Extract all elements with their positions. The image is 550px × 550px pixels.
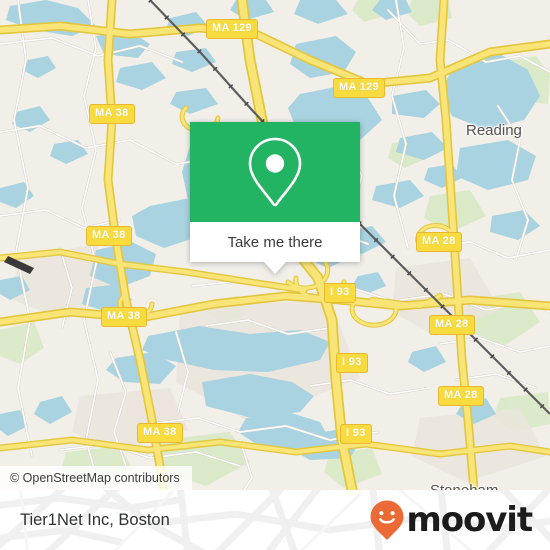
road-shield[interactable]: MA 38 — [137, 423, 183, 443]
road-shield[interactable]: I 93 — [336, 353, 368, 373]
footer-content: Tier1Net Inc, Boston moovit — [0, 490, 550, 550]
road-shield[interactable]: MA 129 — [333, 78, 385, 98]
moovit-place-card: MA 129 MA 129 MA 38 MA 38 MA 38 MA 38 MA… — [0, 0, 550, 550]
road-shield[interactable]: MA 28 — [429, 315, 475, 335]
road-shield[interactable]: MA 38 — [89, 104, 135, 124]
road-shield[interactable]: MA 38 — [86, 226, 132, 246]
map-attribution[interactable]: © OpenStreetMap contributors — [0, 466, 192, 490]
popup-tail — [264, 262, 286, 274]
map-canvas[interactable]: MA 129 MA 129 MA 38 MA 38 MA 38 MA 38 MA… — [0, 0, 550, 490]
place-popup[interactable]: Take me there — [190, 122, 360, 274]
attribution-text: © OpenStreetMap contributors — [10, 471, 180, 485]
take-me-there-button[interactable]: Take me there — [190, 222, 360, 262]
city-label-stoneham: Stoneham — [430, 482, 498, 490]
road-shield[interactable]: MA 129 — [206, 19, 258, 39]
road-shield[interactable]: MA 28 — [438, 386, 484, 406]
moovit-wordmark: moovit — [406, 500, 533, 540]
map-pin-icon — [248, 137, 302, 207]
city-label-reading: Reading — [466, 122, 522, 139]
popup-image-area — [190, 122, 360, 222]
road-shield[interactable]: I 93 — [340, 424, 372, 444]
road-shield[interactable]: I 93 — [324, 283, 356, 303]
moovit-smiley-pin-icon — [370, 500, 404, 540]
footer-bar: Tier1Net Inc, Boston moovit — [0, 490, 550, 550]
place-title: Tier1Net Inc, Boston — [20, 510, 170, 529]
road-shield[interactable]: MA 28 — [416, 232, 462, 252]
moovit-logo[interactable]: moovit — [369, 499, 533, 541]
road-shield[interactable]: MA 38 — [101, 307, 147, 327]
take-me-there-label: Take me there — [227, 233, 323, 251]
